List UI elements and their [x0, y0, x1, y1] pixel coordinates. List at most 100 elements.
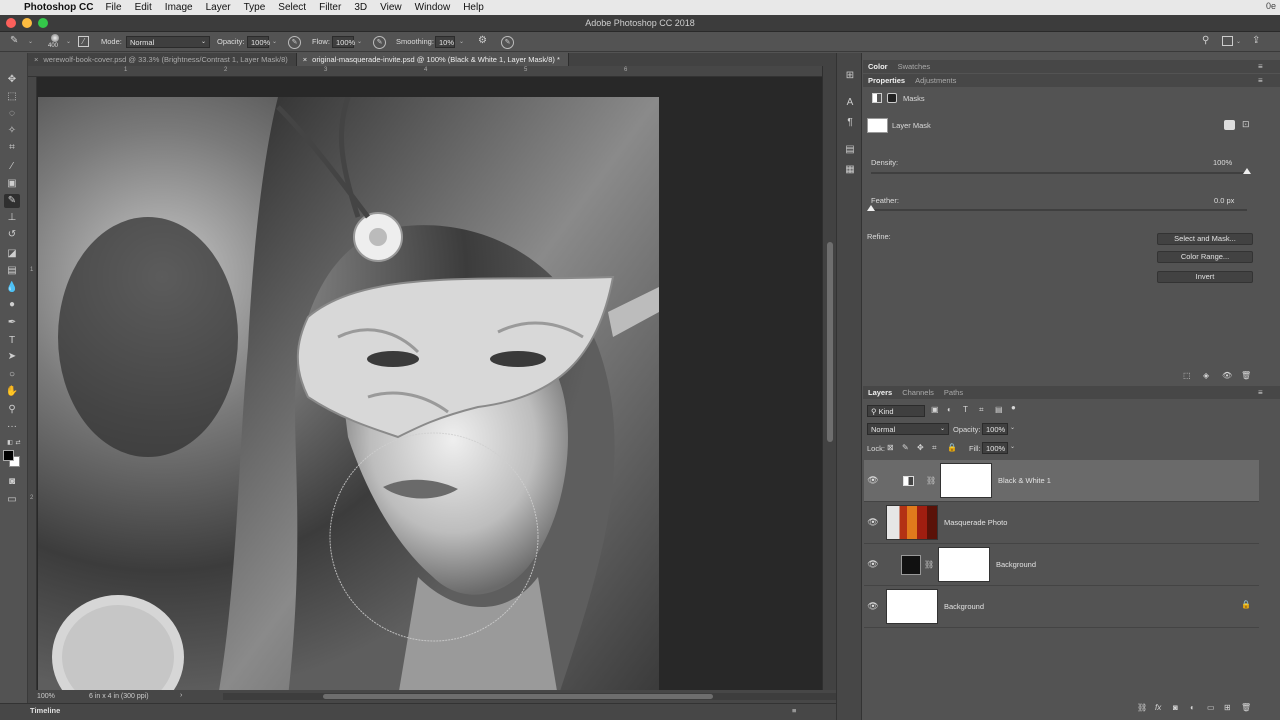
- vertical-scrollbar[interactable]: [822, 66, 836, 690]
- filter-adjustment-layer-icon[interactable]: ◐: [947, 405, 952, 414]
- brush-preset-picker[interactable]: 400: [46, 33, 66, 51]
- load-selection-icon[interactable]: ⬚: [1183, 371, 1191, 380]
- lock-transparent-pixels-icon[interactable]: ⊠: [887, 443, 894, 452]
- foreground-color-swatch[interactable]: [3, 450, 14, 461]
- tab-paths[interactable]: Paths: [939, 388, 968, 397]
- hand-tool-icon[interactable]: ✋: [4, 385, 20, 399]
- menu-view[interactable]: View: [380, 2, 402, 13]
- feather-slider[interactable]: [867, 205, 1247, 211]
- history-panel-icon[interactable]: ⊞: [844, 70, 856, 82]
- menu-3d[interactable]: 3D: [354, 2, 367, 13]
- smoothing-field[interactable]: 10%: [435, 36, 455, 48]
- layer-mask-thumbnail[interactable]: [867, 118, 888, 133]
- layer-opacity-arrow-icon[interactable]: ⌄: [1010, 424, 1015, 431]
- close-tab-icon[interactable]: ×: [34, 55, 38, 64]
- layer-name[interactable]: Background: [944, 602, 984, 611]
- airbrush-icon[interactable]: ✎: [373, 36, 386, 49]
- fill-arrow-icon[interactable]: ⌄: [1010, 443, 1015, 450]
- pressure-size-icon[interactable]: ✎: [501, 36, 514, 49]
- timeline-panel[interactable]: Timeline ≡: [0, 703, 836, 720]
- crop-tool-icon[interactable]: ⌗: [4, 141, 20, 155]
- pressure-opacity-icon[interactable]: ✎: [288, 36, 301, 49]
- opacity-arrow-icon[interactable]: ⌄: [272, 38, 277, 45]
- zoom-tool-icon[interactable]: ⚲: [4, 403, 20, 417]
- link-layers-icon[interactable]: ⛓: [1137, 703, 1147, 712]
- clone-stamp-tool-icon[interactable]: ⊥: [4, 211, 20, 225]
- layer-name[interactable]: Background: [996, 560, 1036, 569]
- layer-name[interactable]: Black & White 1: [998, 476, 1051, 485]
- lock-artboard-icon[interactable]: ⌗: [932, 443, 937, 453]
- ellipse-tool-icon[interactable]: ○: [4, 368, 20, 382]
- tab-werewolf-book-cover[interactable]: × werewolf-book-cover.psd @ 33.3% (Bright…: [28, 53, 297, 66]
- layer-name[interactable]: Masquerade Photo: [944, 518, 1007, 527]
- tab-original-masquerade-invite[interactable]: × original-masquerade-invite.psd @ 100% (…: [296, 53, 569, 66]
- history-brush-tool-icon[interactable]: ↺: [4, 228, 20, 242]
- flow-arrow-icon[interactable]: ⌄: [357, 38, 362, 45]
- menu-app-name[interactable]: Photoshop CC: [24, 2, 93, 13]
- dodge-tool-icon[interactable]: ●: [4, 298, 20, 312]
- layer-blend-mode-select[interactable]: Normal ⌄: [867, 423, 949, 435]
- menu-layer[interactable]: Layer: [206, 2, 231, 13]
- menu-type[interactable]: Type: [244, 2, 266, 13]
- eye-icon[interactable]: 👁: [864, 601, 882, 612]
- tab-properties[interactable]: Properties: [863, 76, 910, 85]
- gear-icon[interactable]: ⚙: [478, 36, 487, 46]
- path-selection-tool-icon[interactable]: ➤: [4, 350, 20, 364]
- share-icon[interactable]: ⇪: [1252, 36, 1260, 46]
- filter-smart-object-icon[interactable]: ▤: [995, 405, 1003, 414]
- eraser-tool-icon[interactable]: ◪: [4, 247, 20, 261]
- brush-dropdown-arrow-icon[interactable]: ⌄: [66, 38, 71, 45]
- move-tool-icon[interactable]: ✥: [4, 73, 20, 87]
- character-panel-icon[interactable]: A: [844, 97, 856, 109]
- density-value[interactable]: 100%: [1213, 158, 1232, 167]
- pen-tool-icon[interactable]: ✒: [4, 316, 20, 330]
- tab-layers[interactable]: Layers: [863, 388, 897, 397]
- gradient-tool-icon[interactable]: ▤: [4, 264, 20, 278]
- minimize-window-button[interactable]: [22, 18, 32, 28]
- color-range-button[interactable]: Color Range...: [1157, 251, 1253, 263]
- menu-help[interactable]: Help: [463, 2, 484, 13]
- mode-select[interactable]: Normal ⌄: [126, 36, 210, 48]
- density-slider-knob[interactable]: [1243, 168, 1251, 174]
- add-vector-mask-icon[interactable]: ⊡: [1242, 119, 1250, 130]
- workspace-icon[interactable]: [1222, 36, 1233, 46]
- canvas-area[interactable]: [37, 77, 822, 690]
- menu-select[interactable]: Select: [278, 2, 306, 13]
- healing-brush-tool-icon[interactable]: ▣: [4, 177, 20, 191]
- lock-image-pixels-icon[interactable]: ✎: [902, 443, 909, 452]
- layer-style-icon[interactable]: fx: [1155, 703, 1161, 712]
- layer-filter-kind-select[interactable]: ⚲ Kind: [867, 405, 925, 417]
- info-panel-icon[interactable]: ▦: [844, 164, 856, 176]
- lock-position-icon[interactable]: ✥: [917, 443, 924, 452]
- pixel-mask-icon[interactable]: [872, 93, 882, 103]
- status-menu-arrow-icon[interactable]: ›: [180, 692, 182, 699]
- eye-icon[interactable]: 👁: [864, 559, 882, 570]
- menu-file[interactable]: File: [105, 2, 121, 13]
- flow-field[interactable]: 100%: [332, 36, 355, 48]
- brush-tool-preset-icon[interactable]: ✎: [10, 36, 18, 46]
- fill-field[interactable]: 100%: [982, 442, 1008, 454]
- brush-settings-panel-icon[interactable]: ⁄: [78, 36, 89, 47]
- quick-mask-icon[interactable]: ◙: [4, 475, 20, 489]
- new-adjustment-layer-icon[interactable]: ◐: [1190, 703, 1195, 712]
- quick-selection-tool-icon[interactable]: ✧: [4, 124, 20, 138]
- close-window-button[interactable]: [6, 18, 16, 28]
- panel-menu-icon[interactable]: ≡: [1258, 388, 1263, 397]
- libraries-panel-icon[interactable]: ▤: [844, 144, 856, 156]
- invert-button[interactable]: Invert: [1157, 271, 1253, 283]
- trash-icon[interactable]: 🗑: [1241, 371, 1251, 380]
- masquerade-photo-thumbnail[interactable]: [886, 505, 938, 540]
- feather-value[interactable]: 0.0 px: [1214, 196, 1234, 205]
- tool-preset-arrow-icon[interactable]: ⌄: [28, 38, 33, 45]
- horizontal-scrollbar[interactable]: [223, 693, 848, 700]
- layer-row-background[interactable]: 👁 Background 🔒: [864, 586, 1259, 628]
- screen-mode-icon[interactable]: ▭: [4, 493, 20, 507]
- smoothing-arrow-icon[interactable]: ⌄: [459, 38, 464, 45]
- link-chain-icon[interactable]: ⛓: [926, 476, 936, 485]
- layer-mask-thumbnail[interactable]: [938, 547, 990, 582]
- lasso-tool-icon[interactable]: ◌: [4, 107, 20, 121]
- feather-slider-knob[interactable]: [867, 205, 875, 211]
- menu-edit[interactable]: Edit: [135, 2, 152, 13]
- layer-row-masquerade-photo[interactable]: 👁 Masquerade Photo: [864, 502, 1259, 544]
- more-tools-icon[interactable]: ···: [4, 420, 20, 434]
